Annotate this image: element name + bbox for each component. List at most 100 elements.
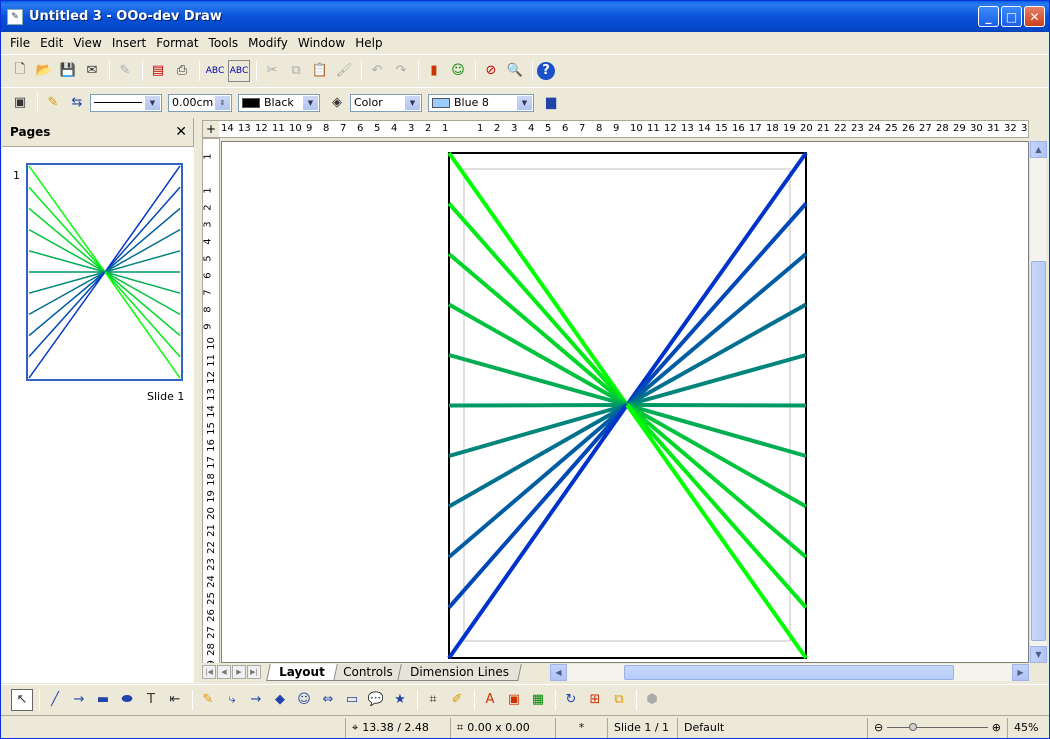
format-paintbrush-icon[interactable]: 🖌	[333, 60, 355, 82]
symbol-shapes-icon[interactable]: ☺	[293, 689, 315, 711]
scroll-left-icon[interactable]: ◀	[550, 664, 567, 681]
line-color-select[interactable]: Black ▼	[238, 93, 320, 112]
menu-tools[interactable]: Tools	[204, 36, 244, 50]
cut-icon[interactable]: ✂	[261, 60, 283, 82]
email-icon[interactable]: ✉	[81, 60, 103, 82]
rotate-icon[interactable]: ↻	[560, 689, 582, 711]
panel-splitter[interactable]	[194, 118, 200, 683]
area-style-select[interactable]: Color ▼	[350, 93, 422, 112]
menu-format[interactable]: Format	[151, 36, 203, 50]
redo-icon[interactable]: ↷	[390, 60, 412, 82]
arrow-style-icon[interactable]: ⇆	[66, 92, 88, 114]
arrange-icon[interactable]: ⧉	[608, 689, 630, 711]
block-arrows-icon[interactable]: ⇔	[317, 689, 339, 711]
open-folder-icon[interactable]: 📂	[33, 60, 55, 82]
line-style-select[interactable]: ▼	[90, 93, 162, 112]
line-icon[interactable]: ✎	[42, 92, 64, 114]
shadow-icon[interactable]: ▆	[540, 92, 562, 114]
vertical-ruler[interactable]: 1 1 2 3 4 5 6 7 8 9 10 11 12 13 14 15 16 17 18 19 20 21 22 23 24…	[202, 138, 220, 666]
undo-icon[interactable]: ↶	[366, 60, 388, 82]
menu-modify[interactable]: Modify	[243, 36, 293, 50]
extrusion-icon[interactable]: ⬢	[641, 689, 663, 711]
close-icon[interactable]: ✕	[175, 124, 187, 140]
area-color-select[interactable]: Blue 8 ▼	[428, 93, 534, 112]
autospellcheck-icon[interactable]: ABC	[228, 59, 250, 82]
area-fill-icon[interactable]: ◈	[326, 92, 348, 114]
horizontal-ruler[interactable]: + 14 13 12 11 10 9 8 7 6 5 4 3 2 1 1 2 3 4 5 6 7 8 9 10 11 12 13 14…	[202, 120, 1029, 138]
alignment-icon[interactable]: ⊞	[584, 689, 606, 711]
new-document-icon[interactable]: 🗋	[9, 60, 31, 82]
styles-icon[interactable]: ▣	[9, 92, 31, 114]
next-tab-icon[interactable]: ▶	[232, 665, 246, 679]
menu-insert[interactable]: Insert	[107, 36, 151, 50]
spellcheck-icon[interactable]: ABC	[204, 60, 226, 82]
zoom-icon[interactable]: 🔍	[504, 60, 526, 82]
ellipse-tool-icon[interactable]: ⬬	[116, 689, 138, 711]
tab-dimension-lines[interactable]: Dimension Lines	[397, 663, 523, 681]
first-tab-icon[interactable]: |◀	[202, 665, 216, 679]
gallery-tool-icon[interactable]: ▦	[527, 689, 549, 711]
zoom-slider-handle[interactable]	[909, 723, 918, 731]
help-icon[interactable]: ?	[537, 61, 555, 80]
chevron-down-icon[interactable]: ▼	[303, 95, 318, 110]
gallery-icon[interactable]: ☺	[447, 60, 469, 82]
menu-help[interactable]: Help	[350, 36, 387, 50]
tab-controls[interactable]: Controls	[329, 663, 406, 681]
navigator-icon[interactable]: ⊘	[480, 60, 502, 82]
slide-thumbnail[interactable]	[26, 163, 183, 381]
scroll-right-icon[interactable]: ▶	[1012, 664, 1029, 681]
text-tool-icon[interactable]: T	[140, 689, 162, 711]
edit-file-icon[interactable]: ✎	[114, 60, 136, 82]
horizontal-scrollbar[interactable]: ◀ ▶	[550, 664, 1029, 681]
line-arrow-tool-icon[interactable]: →	[68, 689, 90, 711]
chevron-down-icon[interactable]: ▼	[517, 95, 532, 110]
modified-indicator[interactable]: *	[556, 717, 608, 738]
vertical-scroll-thumb[interactable]	[1031, 261, 1046, 641]
select-icon[interactable]: ↖	[11, 688, 33, 711]
menu-window[interactable]: Window	[293, 36, 350, 50]
points-icon[interactable]: ⌗	[422, 689, 444, 711]
chevron-down-icon[interactable]: ▼	[145, 95, 160, 110]
zoom-out-icon[interactable]: ⊖	[874, 721, 883, 734]
close-button[interactable]: ✕	[1024, 6, 1045, 27]
last-tab-icon[interactable]: ▶|	[247, 665, 261, 679]
glue-points-icon[interactable]: ✐	[446, 689, 468, 711]
zoom-in-icon[interactable]: ⊕	[992, 721, 1001, 734]
export-pdf-icon[interactable]: ▤	[147, 60, 169, 82]
print-icon[interactable]: ⎙	[171, 60, 193, 82]
line-tool-icon[interactable]: ╱	[44, 689, 66, 711]
stars-icon[interactable]: ★	[389, 689, 411, 711]
drawing-canvas[interactable]	[221, 141, 1029, 663]
paste-icon[interactable]: 📋	[309, 60, 331, 82]
horizontal-scroll-thumb[interactable]	[624, 665, 954, 680]
connector-tool-icon[interactable]: ⤷	[221, 689, 243, 711]
copy-icon[interactable]: ⧉	[285, 60, 307, 82]
scroll-down-icon[interactable]: ▼	[1030, 646, 1047, 663]
flowchart-icon[interactable]: ▭	[341, 689, 363, 711]
menu-view[interactable]: View	[68, 36, 106, 50]
vertical-scrollbar[interactable]: ▲ ▼	[1029, 141, 1047, 663]
chart-icon[interactable]: ▮	[423, 60, 445, 82]
from-file-icon[interactable]: ▣	[503, 689, 525, 711]
basic-shapes-icon[interactable]: ◆	[269, 689, 291, 711]
zoom-level[interactable]: 45%	[1008, 718, 1044, 738]
tab-layout[interactable]: Layout	[266, 663, 338, 681]
prev-tab-icon[interactable]: ◀	[217, 665, 231, 679]
rectangle-tool-icon[interactable]: ▬	[92, 689, 114, 711]
callouts-icon[interactable]: 💬	[365, 689, 387, 711]
fit-text-icon[interactable]: ⇤	[164, 689, 186, 711]
tab-stop-icon[interactable]: +	[203, 121, 219, 137]
curve-tool-icon[interactable]: ✎	[197, 689, 219, 711]
menu-file[interactable]: File	[5, 36, 35, 50]
menu-edit[interactable]: Edit	[35, 36, 68, 50]
minimize-button[interactable]: _	[978, 6, 999, 27]
fontwork-icon[interactable]: A	[479, 689, 501, 711]
maximize-button[interactable]: □	[1001, 6, 1022, 27]
lines-arrows-icon[interactable]: →	[245, 689, 267, 711]
save-icon[interactable]: 💾	[57, 60, 79, 82]
scroll-up-icon[interactable]: ▲	[1030, 141, 1047, 158]
chevron-down-icon[interactable]: ▼	[405, 95, 420, 110]
zoom-slider[interactable]: ⊖ ⊕	[868, 717, 1008, 738]
spinner-icon[interactable]: ⇕	[215, 95, 230, 110]
line-width-field[interactable]: 0.00cm ⇕	[168, 93, 232, 112]
